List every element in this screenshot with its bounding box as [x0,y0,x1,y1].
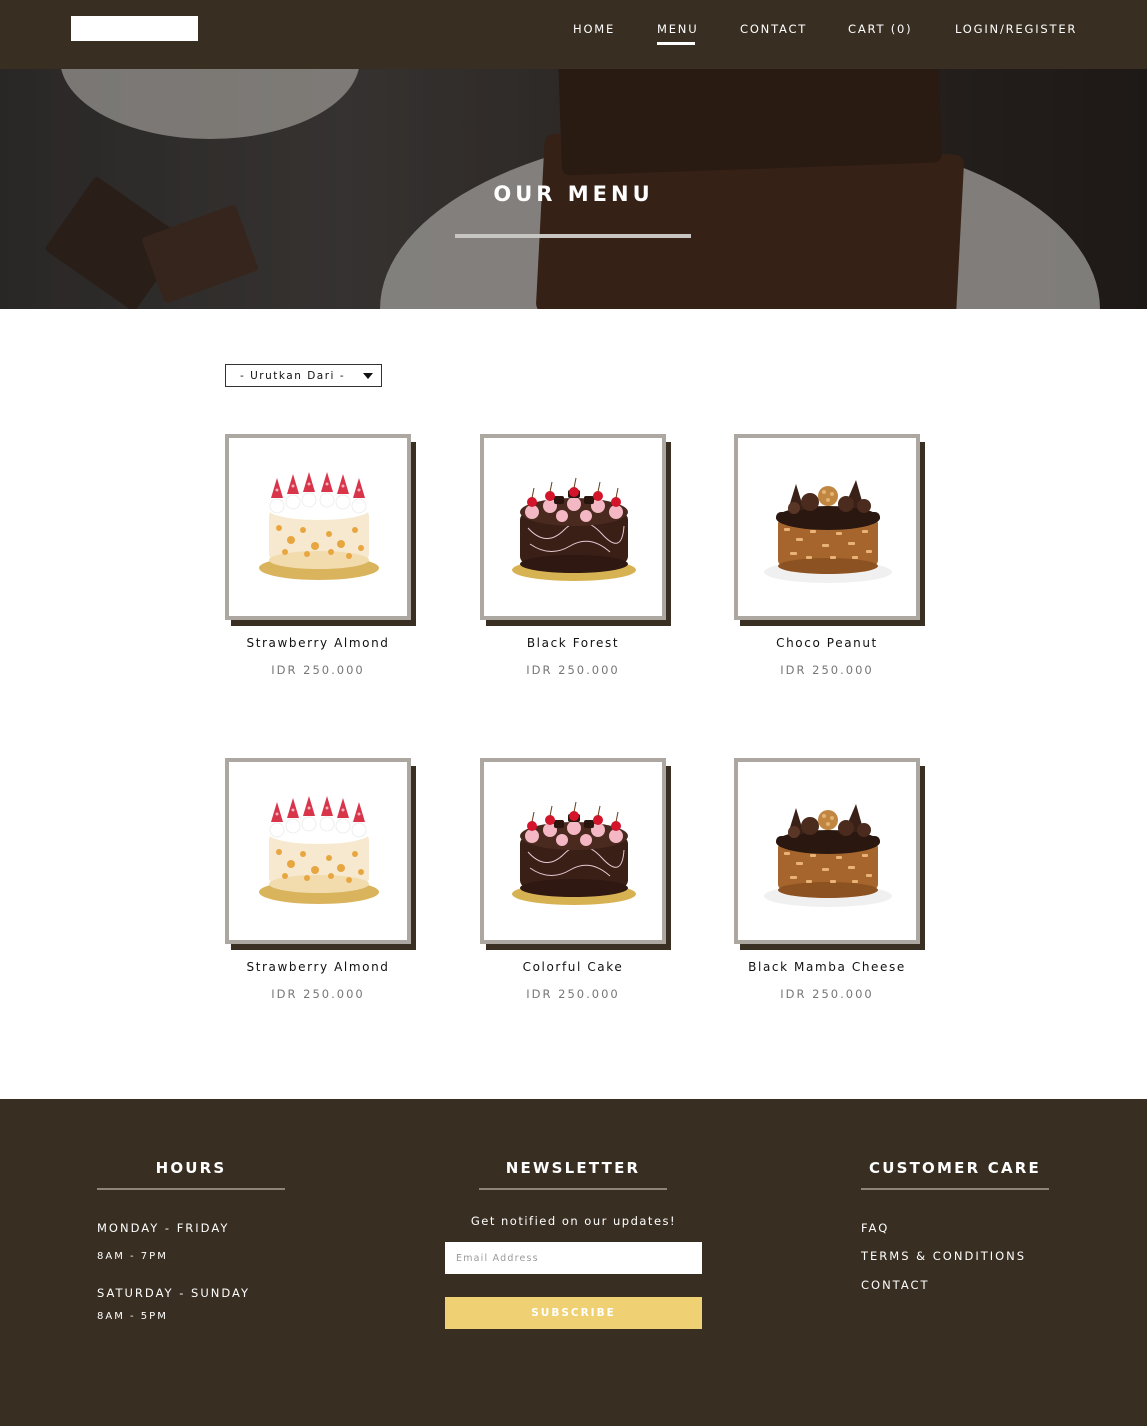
customer-care-heading: CUSTOMER CARE [869,1159,1041,1177]
product-card[interactable]: Colorful Cake IDR 250.000 [480,758,680,1008]
weekend-label: SATURDAY - SUNDAY [97,1286,251,1300]
product-card[interactable]: Black Forest IDR 250.000 [480,434,680,684]
product-image-frame [734,758,920,944]
choco-peanut-cake-icon [760,792,894,912]
product-price: IDR 250.000 [526,987,620,1001]
subscribe-button[interactable]: SUBSCRIBE [445,1297,702,1329]
product-card[interactable]: Choco Peanut IDR 250.000 [734,434,934,684]
site-footer: HOURS MONDAY - FRIDAY 8AM - 7PM SATURDAY… [0,1099,1147,1426]
product-price: IDR 250.000 [271,663,365,677]
product-name: Colorful Cake [522,960,624,974]
product-name: Black Mamba Cheese [748,960,906,974]
product-name: Choco Peanut [776,636,878,650]
product-card[interactable]: Strawberry Almond IDR 250.000 [225,758,425,1008]
nav-home-link[interactable]: HOME [573,22,615,36]
newsletter-subtitle: Get notified on our updates! [470,1214,677,1228]
product-card[interactable]: Strawberry Almond IDR 250.000 [225,434,425,684]
caret-down-icon [363,373,373,379]
strawberry-almond-cake-icon [251,468,385,588]
weekday-hours: 8AM - 7PM [97,1251,168,1262]
top-navbar: HOME MENU CONTACT CART (0) LOGIN/REGISTE… [0,0,1147,69]
hours-heading: HOURS [155,1159,227,1177]
weekend-hours: 8AM - 5PM [97,1311,168,1322]
black-forest-cake-icon [506,792,640,912]
product-price: IDR 250.000 [780,987,874,1001]
product-name: Strawberry Almond [246,636,390,650]
faq-link[interactable]: FAQ [861,1221,889,1235]
hours-divider [97,1188,285,1190]
nav-menu-link[interactable]: MENU [657,22,698,36]
product-price: IDR 250.000 [271,987,365,1001]
nav-active-indicator [657,42,695,45]
newsletter-heading: NEWSLETTER [505,1159,641,1177]
customer-care-divider [861,1188,1049,1190]
product-name: Strawberry Almond [246,960,390,974]
weekday-label: MONDAY - FRIDAY [97,1221,230,1235]
nav-login-register-link[interactable]: LOGIN/REGISTER [955,22,1077,36]
page-title: OUR MENU [493,182,654,206]
black-forest-cake-icon [506,468,640,588]
product-image-frame [225,434,411,620]
product-price: IDR 250.000 [526,663,620,677]
hero-banner: OUR MENU [0,69,1147,309]
product-image-frame [734,434,920,620]
product-image-frame [480,434,666,620]
email-field[interactable] [445,1242,702,1274]
terms-conditions-link[interactable]: TERMS & CONDITIONS [861,1249,1026,1263]
nav-contact-link[interactable]: CONTACT [740,22,807,36]
strawberry-almond-cake-icon [251,792,385,912]
title-divider [455,234,691,238]
sort-dropdown-label: - Urutkan Dari - [240,370,346,382]
newsletter-divider [479,1188,667,1190]
sort-dropdown[interactable]: - Urutkan Dari - [225,364,382,387]
product-image-frame [225,758,411,944]
product-name: Black Forest [526,636,620,650]
site-logo[interactable] [71,16,198,41]
product-price: IDR 250.000 [780,663,874,677]
product-image-frame [480,758,666,944]
choco-peanut-cake-icon [760,468,894,588]
nav-cart-link[interactable]: CART (0) [848,22,912,36]
product-card[interactable]: Black Mamba Cheese IDR 250.000 [734,758,934,1008]
footer-contact-link[interactable]: CONTACT [861,1278,930,1292]
